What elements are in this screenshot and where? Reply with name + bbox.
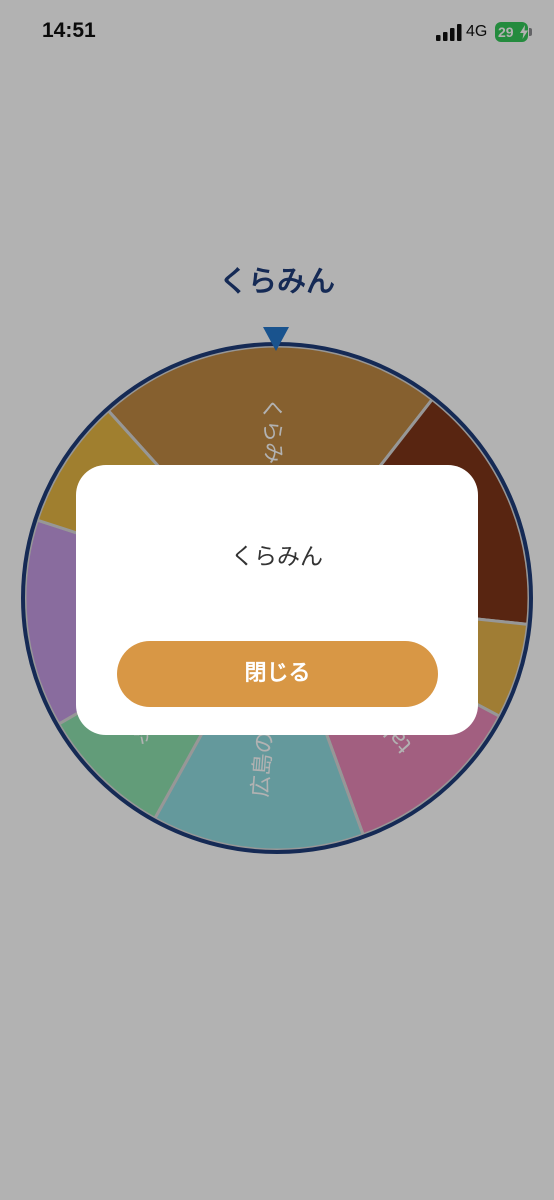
close-button[interactable]: 閉じる: [117, 641, 438, 707]
result-dialog: くらみん 閉じる: [76, 465, 478, 735]
dialog-message: くらみん: [231, 544, 323, 570]
